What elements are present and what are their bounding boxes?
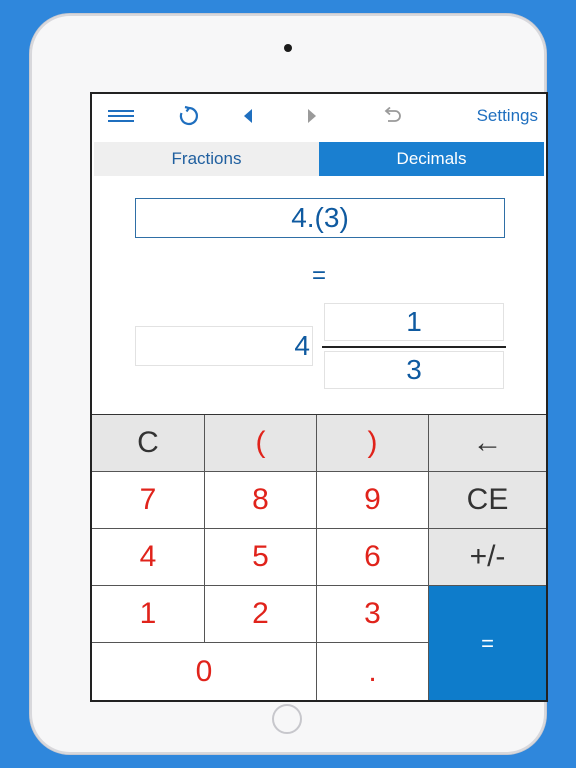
key-clear[interactable]: C xyxy=(92,415,205,472)
key-5[interactable]: 5 xyxy=(205,529,317,586)
result-whole-part: 4 xyxy=(135,326,313,366)
key-sign-toggle[interactable]: +/- xyxy=(429,529,546,586)
key-decimal-point[interactable]: . xyxy=(317,643,429,700)
refresh-icon[interactable] xyxy=(174,94,204,138)
hamburger-icon[interactable] xyxy=(104,94,138,138)
key-clear-entry[interactable]: CE xyxy=(429,472,546,529)
key-2[interactable]: 2 xyxy=(205,586,317,643)
tablet-frame: Settings Fractions Decimals 4.(3) = 4 1 … xyxy=(30,14,548,754)
key-7[interactable]: 7 xyxy=(92,472,205,529)
key-1[interactable]: 1 xyxy=(92,586,205,643)
triangle-right-icon[interactable] xyxy=(300,94,324,138)
result-numerator: 1 xyxy=(324,303,504,341)
home-button[interactable] xyxy=(272,704,302,734)
key-4[interactable]: 4 xyxy=(92,529,205,586)
key-equals[interactable]: = xyxy=(429,586,546,700)
triangle-left-icon[interactable] xyxy=(236,94,260,138)
key-3[interactable]: 3 xyxy=(317,586,429,643)
key-paren-open[interactable]: ( xyxy=(205,415,317,472)
camera-dot xyxy=(284,44,292,52)
key-9[interactable]: 9 xyxy=(317,472,429,529)
key-6[interactable]: 6 xyxy=(317,529,429,586)
result-denominator: 3 xyxy=(324,351,504,389)
key-8[interactable]: 8 xyxy=(205,472,317,529)
key-paren-close[interactable]: ) xyxy=(317,415,429,472)
fraction-bar xyxy=(322,346,506,348)
decimal-input[interactable]: 4.(3) xyxy=(135,198,505,238)
key-backspace[interactable]: ← xyxy=(429,415,546,472)
tab-fractions[interactable]: Fractions xyxy=(94,142,319,176)
undo-icon[interactable] xyxy=(378,94,406,138)
mode-tabs: Fractions Decimals xyxy=(94,142,544,176)
settings-button[interactable]: Settings xyxy=(477,94,538,138)
equals-sign: = xyxy=(311,262,326,289)
app-screen: Settings Fractions Decimals 4.(3) = 4 1 … xyxy=(90,92,548,702)
key-0[interactable]: 0 xyxy=(92,643,317,700)
toolbar: Settings xyxy=(92,94,546,138)
keypad: C ( ) ← 7 8 9 CE 4 5 6 +/- 1 2 3 = 0 . xyxy=(92,414,546,700)
tab-decimals[interactable]: Decimals xyxy=(319,142,544,176)
